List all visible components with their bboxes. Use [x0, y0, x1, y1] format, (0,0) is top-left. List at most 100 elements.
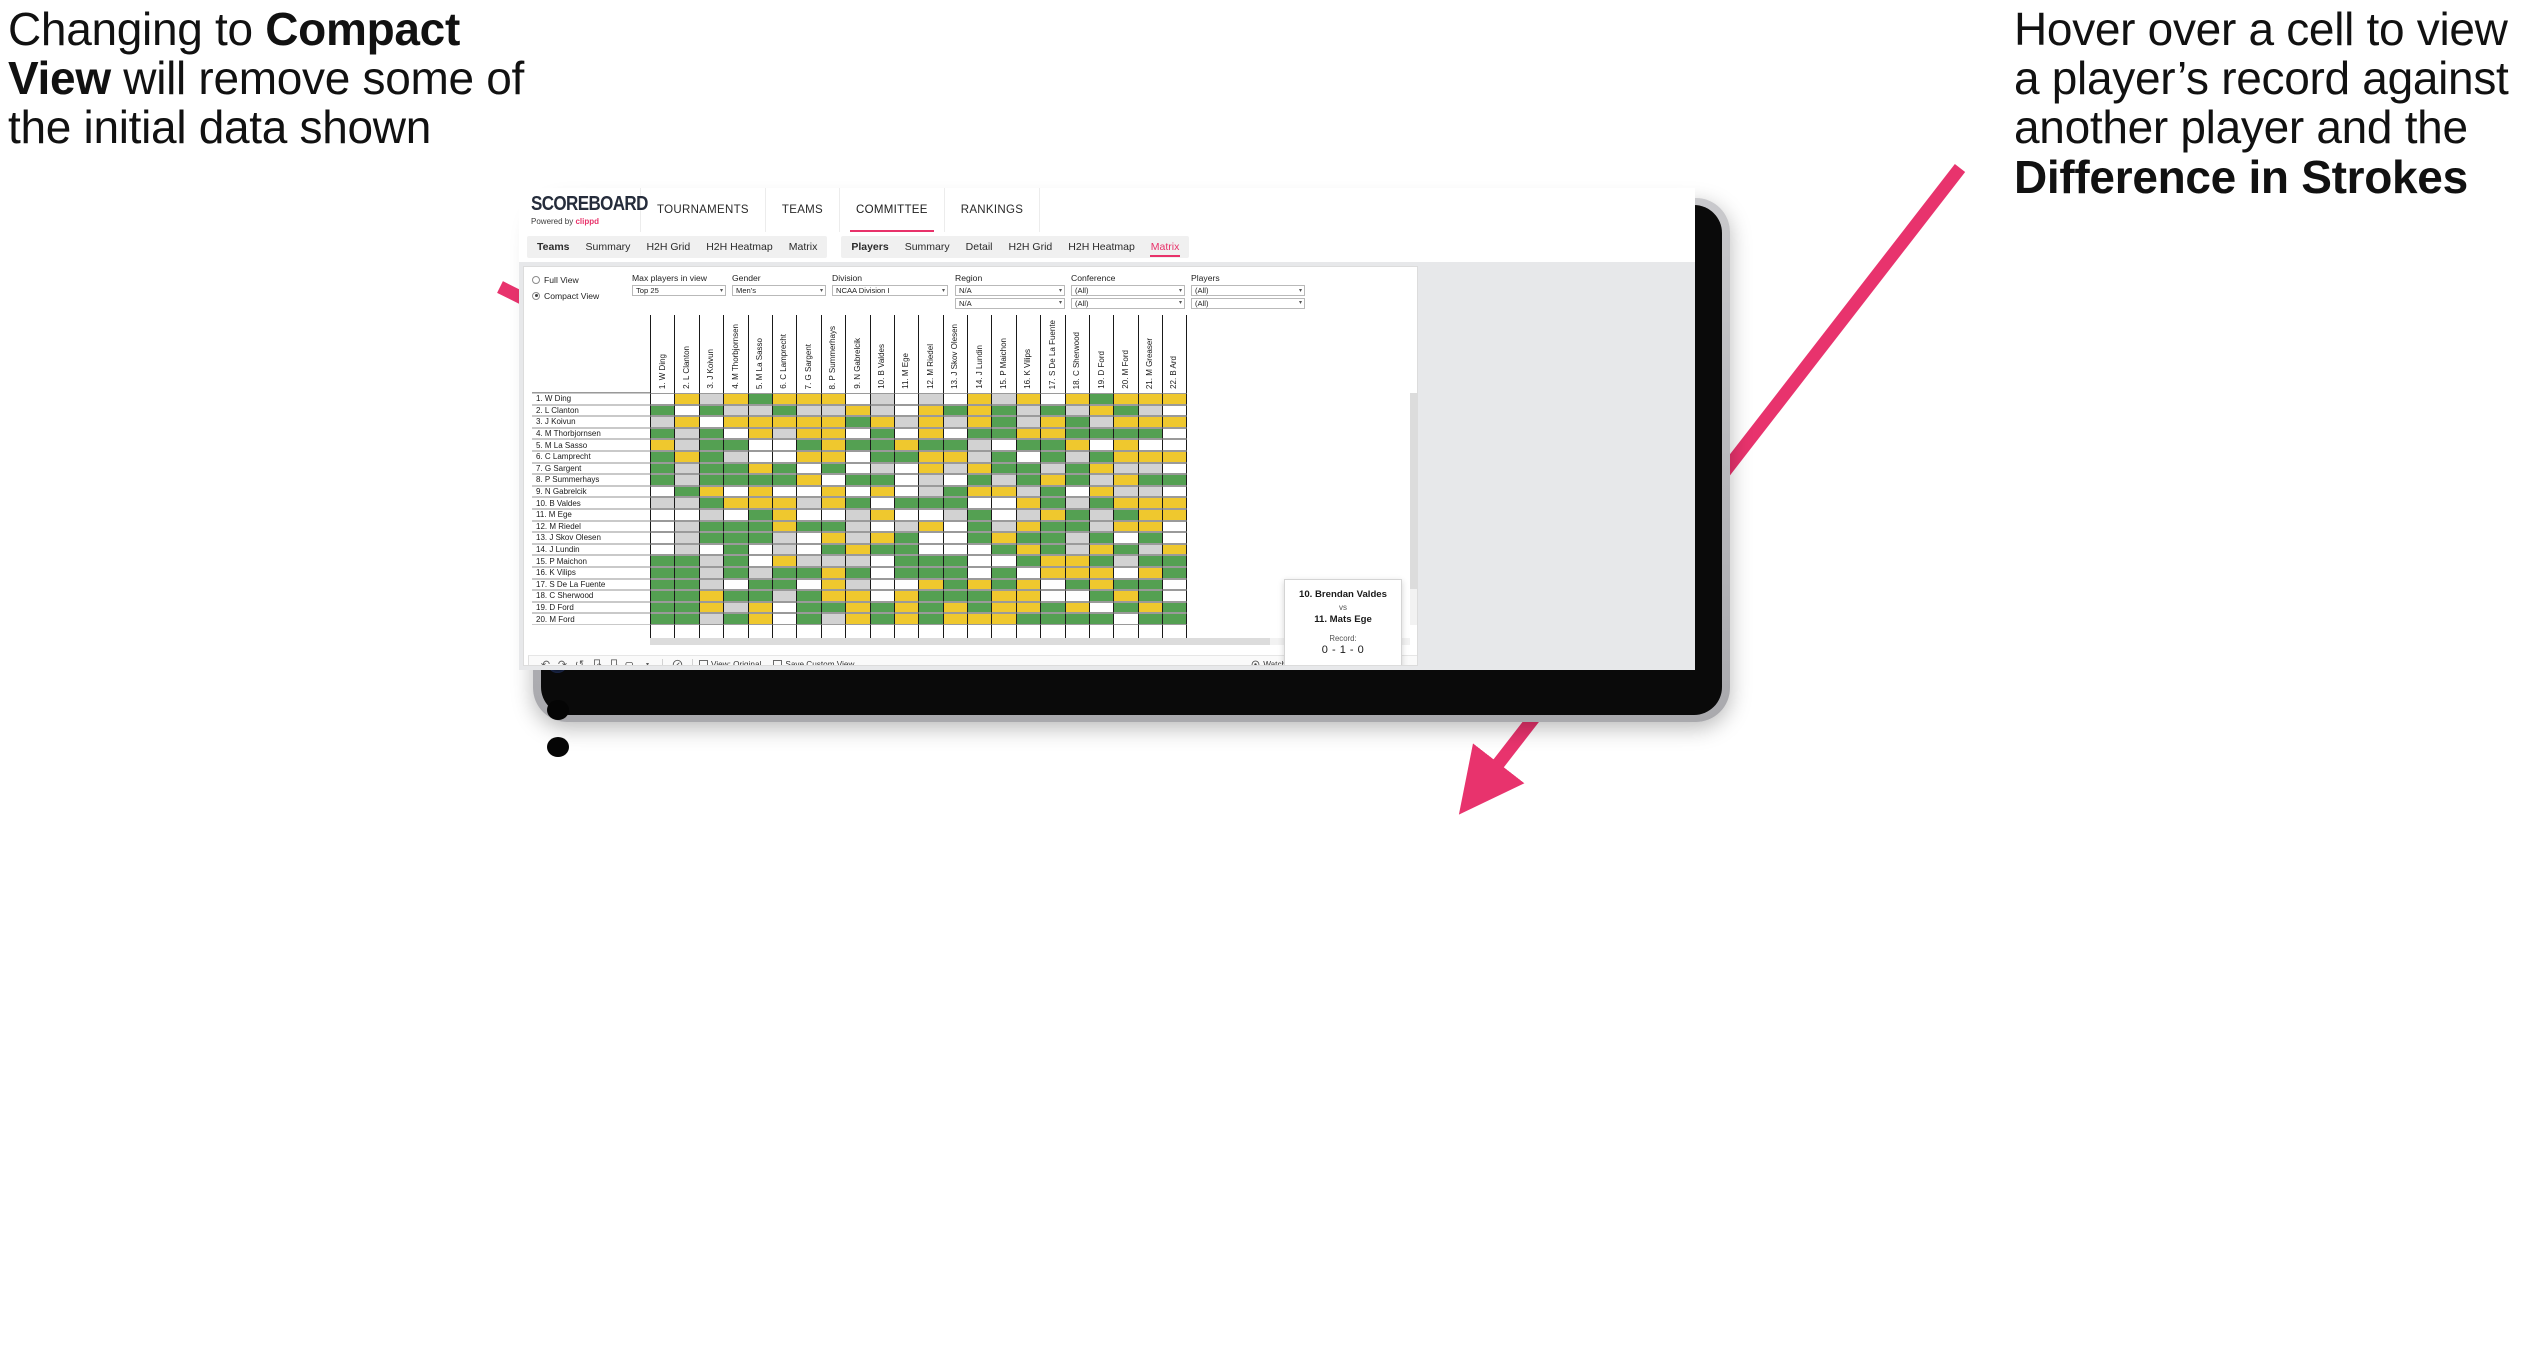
matrix-cell[interactable]: [674, 613, 699, 625]
matrix-cell[interactable]: [991, 520, 1016, 533]
matrix-cell[interactable]: [869, 555, 894, 567]
matrix-cell[interactable]: [845, 439, 870, 451]
undo-icon[interactable]: ↶: [537, 656, 554, 666]
matrix-cell[interactable]: [723, 450, 748, 463]
matrix-cell[interactable]: [1137, 404, 1163, 417]
matrix-cell[interactable]: [967, 404, 992, 417]
matrix-cell[interactable]: [1040, 427, 1065, 440]
matrix-cell[interactable]: [650, 520, 675, 533]
matrix-cell[interactable]: [1015, 590, 1041, 602]
matrix-cell[interactable]: [942, 485, 968, 498]
matrix-cell[interactable]: [723, 427, 748, 440]
matrix-cell[interactable]: [845, 450, 870, 463]
matrix-cell[interactable]: [1137, 485, 1163, 498]
matrix-cell[interactable]: [1113, 601, 1138, 614]
matrix-cell[interactable]: [698, 566, 724, 579]
matrix-cell[interactable]: [918, 520, 943, 533]
matrix-cell[interactable]: [1015, 555, 1041, 567]
matrix-cell[interactable]: [820, 520, 846, 533]
matrix-cell[interactable]: [967, 590, 992, 602]
matrix-cell[interactable]: [942, 613, 968, 625]
matrix-cell[interactable]: [1015, 497, 1041, 509]
matrix-cell[interactable]: [1040, 485, 1065, 498]
filter-gender-select[interactable]: Men's ▾: [732, 285, 826, 296]
matrix-cell[interactable]: [771, 462, 797, 475]
matrix-cell[interactable]: [1089, 485, 1114, 498]
matrix-cell[interactable]: [1162, 520, 1187, 533]
matrix-cell[interactable]: [674, 555, 699, 567]
matrix-cell[interactable]: [1015, 566, 1041, 579]
matrix-cell[interactable]: [1015, 427, 1041, 440]
matrix-cell[interactable]: [869, 508, 894, 521]
matrix-cell[interactable]: [747, 566, 772, 579]
matrix-cell[interactable]: [771, 497, 797, 509]
save-custom-view-button[interactable]: Save Custom View: [773, 659, 854, 665]
matrix-cell[interactable]: [845, 566, 870, 579]
matrix-cell[interactable]: [650, 485, 675, 498]
matrix-cell[interactable]: [967, 427, 992, 440]
matrix-cell[interactable]: [1113, 439, 1138, 451]
matrix-cell[interactable]: [820, 566, 846, 579]
matrix-cell[interactable]: [674, 474, 699, 486]
matrix-cell[interactable]: [820, 416, 846, 428]
matrix-cell[interactable]: [942, 450, 968, 463]
matrix-cell[interactable]: [1040, 416, 1065, 428]
matrix-cell[interactable]: [650, 532, 675, 544]
matrix-cell[interactable]: [1137, 427, 1163, 440]
matrix-cell[interactable]: [918, 404, 943, 417]
matrix-cell[interactable]: [650, 497, 675, 509]
matrix-cell[interactable]: [1162, 532, 1187, 544]
matrix-cell[interactable]: [1089, 439, 1114, 451]
filter-players-select-2[interactable]: (All) ▾: [1191, 297, 1305, 309]
matrix-cell[interactable]: [1162, 416, 1187, 428]
matrix-cell[interactable]: [650, 450, 675, 463]
matrix-cell[interactable]: [893, 590, 919, 602]
matrix-cell[interactable]: [991, 462, 1016, 475]
matrix-cell[interactable]: [796, 601, 821, 614]
matrix-cell[interactable]: [723, 393, 748, 405]
matrix-cell[interactable]: [1064, 462, 1090, 475]
matrix-cell[interactable]: [1137, 543, 1163, 556]
matrix-cell[interactable]: [967, 601, 992, 614]
matrix-cell[interactable]: [1015, 450, 1041, 463]
matrix-cell[interactable]: [869, 590, 894, 602]
subnav-item-teams-matrix[interactable]: Matrix: [781, 236, 826, 258]
matrix-cell[interactable]: [1137, 462, 1163, 475]
matrix-cell[interactable]: [698, 543, 724, 556]
matrix-cell[interactable]: [991, 474, 1016, 486]
matrix-cell[interactable]: [698, 439, 724, 451]
matrix-cell[interactable]: [1089, 613, 1114, 625]
matrix-cell[interactable]: [1137, 590, 1163, 602]
matrix-cell[interactable]: [869, 520, 894, 533]
matrix-cell[interactable]: [796, 578, 821, 591]
matrix-cell[interactable]: [1040, 462, 1065, 475]
matrix-cell[interactable]: [893, 393, 919, 405]
matrix-cell[interactable]: [893, 474, 919, 486]
matrix-cell[interactable]: [893, 566, 919, 579]
matrix-cell[interactable]: [869, 393, 894, 405]
matrix-cell[interactable]: [796, 543, 821, 556]
matrix-cell[interactable]: [820, 543, 846, 556]
matrix-cell[interactable]: [918, 532, 943, 544]
matrix-cell[interactable]: [796, 566, 821, 579]
matrix-cell[interactable]: [893, 462, 919, 475]
matrix-cell[interactable]: [698, 485, 724, 498]
matrix-cell[interactable]: [796, 508, 821, 521]
subnav-item-players-summary[interactable]: Summary: [897, 236, 958, 258]
matrix-cell[interactable]: [918, 485, 943, 498]
matrix-cell[interactable]: [796, 497, 821, 509]
matrix-cell[interactable]: [674, 590, 699, 602]
matrix-cell[interactable]: [918, 566, 943, 579]
matrix-cell[interactable]: [747, 532, 772, 544]
matrix-cell[interactable]: [723, 566, 748, 579]
subnav-item-players-h2h-grid[interactable]: H2H Grid: [1001, 236, 1061, 258]
matrix-cell[interactable]: [845, 474, 870, 486]
matrix-cell[interactable]: [918, 508, 943, 521]
matrix-cell[interactable]: [991, 450, 1016, 463]
matrix-cell[interactable]: [747, 393, 772, 405]
matrix-cell[interactable]: [893, 543, 919, 556]
matrix-cell[interactable]: [1137, 508, 1163, 521]
matrix-cell[interactable]: [1015, 393, 1041, 405]
matrix-cell[interactable]: [820, 532, 846, 544]
matrix-cell[interactable]: [893, 497, 919, 509]
